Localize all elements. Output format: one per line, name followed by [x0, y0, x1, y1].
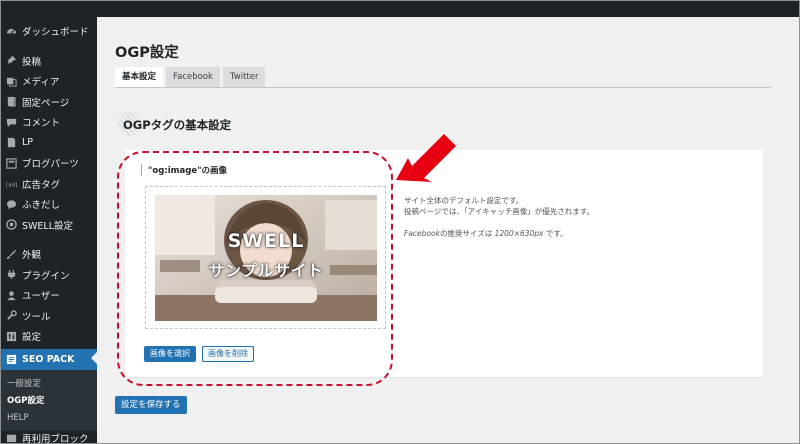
svg-text:[ad]: [ad] — [6, 183, 17, 189]
sidebar-item-lp[interactable]: LP — [0, 133, 97, 154]
sidebar-item-appearance[interactable]: 外観 — [0, 244, 97, 265]
sidebar-item-pages[interactable]: 固定ページ — [0, 92, 97, 113]
sidebar-item-dashboard[interactable]: ダッシュボード — [0, 21, 97, 42]
note-facebook: Facebook — [404, 229, 440, 238]
sidebar-item-users[interactable]: ユーザー — [0, 285, 97, 306]
sidebar-item-label: コメント — [22, 118, 61, 130]
sidebar-item-label: 再利用ブロック — [22, 433, 89, 444]
blocks-icon — [5, 432, 17, 444]
sidebar-item-label: プラグイン — [22, 270, 70, 282]
sidebar-item-label: 投稿 — [22, 56, 42, 68]
save-settings-button[interactable]: 設定を保存する — [115, 396, 187, 414]
seo-pack-icon — [5, 353, 17, 365]
sidebar-item-reusable-blocks[interactable]: 再利用ブロック — [0, 431, 97, 444]
sidebar-item-plugins[interactable]: プラグイン — [0, 265, 97, 286]
blog-parts-icon — [5, 157, 17, 169]
section-title: OGPタグの基本設定 — [123, 118, 232, 132]
balloon-icon — [5, 198, 17, 210]
preview-title-line1: SWELL — [227, 230, 305, 252]
ad-tag-icon: [ad] — [5, 178, 17, 190]
sidebar-item-posts[interactable]: 投稿 — [0, 51, 97, 72]
sidebar-item-media[interactable]: メディア — [0, 71, 97, 92]
sidebar-item-blog-parts[interactable]: ブログパーツ — [0, 153, 97, 174]
submenu-item-general[interactable]: 一般設定 — [0, 376, 97, 393]
brush-icon — [5, 248, 17, 260]
sidebar-item-label: 設定 — [22, 332, 42, 344]
sidebar-item-seo-pack[interactable]: SEO PACK — [0, 348, 97, 370]
description-line2: 投稿ページでは、「アイキャッチ画像」が優先されます。 — [404, 207, 594, 216]
note-size: 1200×630px — [494, 229, 544, 238]
sidebar-item-label: SEO PACK — [22, 353, 75, 365]
sidebar-item-settings[interactable]: 設定 — [0, 326, 97, 347]
admin-sidebar: ダッシュボード 投稿 メディア 固定ページ コメント LP ブログパーツ [ad… — [0, 17, 97, 444]
sidebar-item-swell-settings[interactable]: SWELL設定 — [0, 215, 97, 236]
description-line1: サイト全体のデフォルト設定です。 — [404, 196, 524, 205]
og-image-preview[interactable]: SWELL サンプルサイト — [155, 195, 377, 321]
select-image-button[interactable]: 画像を選択 — [144, 346, 196, 362]
tabs-divider — [115, 87, 771, 88]
dashboard-icon — [5, 25, 17, 37]
sidebar-item-label: ダッシュボード — [22, 27, 89, 39]
sidebar-item-tools[interactable]: ツール — [0, 306, 97, 327]
submenu-item-help[interactable]: HELP — [0, 410, 97, 427]
wrench-icon — [5, 310, 17, 322]
delete-image-button[interactable]: 画像を削除 — [202, 346, 254, 362]
plugin-icon — [5, 269, 17, 281]
sidebar-item-label: ユーザー — [22, 291, 60, 303]
submenu-item-ogp[interactable]: OGP設定 — [0, 393, 97, 410]
tab-facebook[interactable]: Facebook — [166, 67, 220, 87]
note-middle: の推奨サイズは — [439, 229, 495, 238]
comment-icon — [5, 116, 17, 128]
sidebar-item-label: 広告タグ — [22, 179, 61, 191]
sidebar-item-label: ふきだし — [22, 200, 61, 212]
image-preview-frame: SWELL サンプルサイト — [145, 186, 386, 329]
lp-icon — [5, 137, 17, 149]
admin-top-bar — [0, 0, 800, 17]
page-icon — [5, 96, 17, 108]
media-icon — [5, 75, 17, 87]
recommended-size-note: Facebookの推奨サイズは 1200×630px です。 — [404, 228, 594, 239]
sidebar-item-label: メディア — [22, 77, 60, 89]
tab-twitter[interactable]: Twitter — [222, 67, 266, 87]
seo-pack-submenu: 一般設定 OGP設定 HELP — [0, 369, 97, 431]
swell-icon — [5, 219, 17, 231]
preview-title-line2: サンプルサイト — [208, 261, 324, 280]
tab-basic[interactable]: 基本設定 — [115, 67, 164, 87]
sidebar-item-balloon[interactable]: ふきだし — [0, 194, 97, 215]
sidebar-item-label: ツール — [22, 311, 51, 323]
sidebar-item-label: 外観 — [22, 250, 42, 262]
main-content: OGP設定 基本設定 Facebook Twitter OGPタグの基本設定 "… — [97, 17, 800, 444]
og-image-settings-card: "og:image"の画像 SWELL サンプルサイト 画像を選択 画像を削除 … — [125, 150, 763, 377]
field-description: サイト全体のデフォルト設定です。 投稿ページでは、「アイキャッチ画像」が優先され… — [404, 195, 594, 239]
note-end: です。 — [543, 229, 568, 238]
page-title: OGP設定 — [115, 45, 179, 61]
sidebar-item-comments[interactable]: コメント — [0, 112, 97, 133]
settings-tabs: 基本設定 Facebook Twitter — [115, 67, 268, 87]
sidebar-item-label: ブログパーツ — [22, 159, 79, 171]
sidebar-item-label: 固定ページ — [22, 97, 70, 109]
sidebar-item-label: LP — [22, 137, 34, 149]
settings-icon — [5, 330, 17, 342]
og-image-field-label: "og:image"の画像 — [141, 164, 227, 176]
pin-icon — [5, 55, 17, 67]
sidebar-item-ad-tag[interactable]: [ad] 広告タグ — [0, 174, 97, 195]
sidebar-item-label: SWELL設定 — [22, 220, 74, 232]
user-icon — [5, 289, 17, 301]
